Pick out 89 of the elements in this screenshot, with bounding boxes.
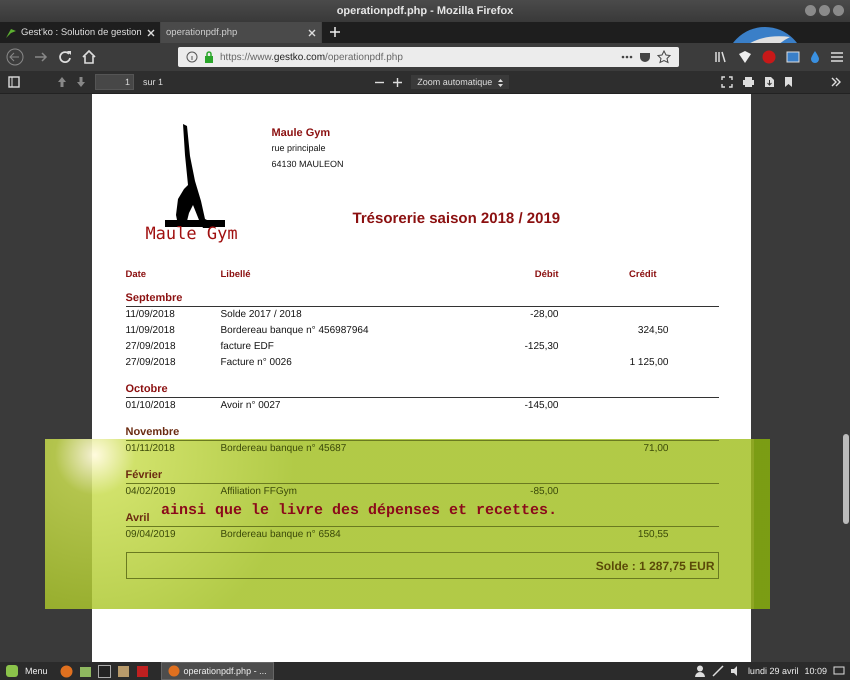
caption-text: ainsi que le livre des dépenses et recettes. (161, 503, 558, 518)
label-cell-text: Bordereau banque n° 456987964 (220, 324, 370, 338)
credit-cell: 150,55 (638, 529, 668, 540)
folder-icon[interactable] (78, 664, 92, 678)
debit-cell: -28,00 (530, 309, 558, 320)
month-heading: Février (126, 469, 164, 481)
debit-cell: -125,30 (524, 341, 558, 352)
date-cell-text: 04/02/2019 (126, 485, 177, 499)
sidebar-icon[interactable] (8, 76, 20, 88)
back-icon[interactable] (6, 48, 24, 66)
column-header: Crédit (628, 269, 658, 280)
label-cell-text: Bordereau banque n° 6584 (220, 528, 342, 542)
pocket-icon[interactable] (639, 51, 651, 63)
column-header: Date (126, 269, 148, 280)
balance-total: Solde : 1 287,75 EUR (596, 558, 714, 572)
user-icon[interactable] (694, 665, 706, 677)
column-header: Débit (534, 269, 558, 280)
label-cell-text: facture EDF (220, 340, 275, 354)
label-cell-text: Affiliation FFGym (220, 485, 298, 499)
date-cell-text: 01/11/2018 (126, 442, 176, 456)
mint-logo-icon[interactable] (5, 664, 19, 678)
taskbar-window-button[interactable]: operationpdf.php - ... (160, 662, 274, 680)
more-icon[interactable] (621, 55, 633, 59)
credit-cell: 71,00 (643, 443, 668, 454)
page-number-field[interactable]: 1 (95, 74, 134, 90)
info-icon (186, 51, 198, 63)
chevron-icon[interactable] (830, 76, 842, 88)
shield-icon[interactable] (738, 50, 752, 64)
url-text: https://www.gestko.com/operationpdf.php (220, 52, 404, 62)
browser-icon (168, 665, 180, 677)
street-address: rue principale (272, 143, 327, 153)
clock-text: 10:09 (804, 666, 827, 676)
minimize-icon[interactable] (805, 5, 816, 16)
home-icon[interactable] (82, 50, 96, 64)
display-icon[interactable] (833, 665, 845, 677)
column-header: Libellé (220, 269, 252, 280)
fullscreen-icon[interactable] (721, 76, 733, 88)
close-icon[interactable] (308, 28, 316, 36)
close-icon[interactable] (147, 28, 155, 36)
credit-cell: 1 125,00 (630, 357, 668, 368)
screen-icon[interactable] (786, 50, 800, 64)
new-tab-icon[interactable] (330, 27, 340, 37)
date-text: lundi 29 avril (748, 666, 798, 676)
logo-text: Maule Gym (145, 224, 238, 244)
scrollbar[interactable] (843, 434, 849, 524)
maximize-icon[interactable] (819, 5, 830, 16)
editor-icon[interactable] (116, 664, 130, 678)
down-arrow-icon[interactable] (76, 76, 86, 88)
credit-cell: 324,50 (638, 325, 668, 336)
date-cell-text: 11/09/2018 (126, 308, 176, 322)
reload-icon[interactable] (58, 50, 72, 64)
date-cell-text: 09/04/2019 (126, 528, 177, 542)
browser-tab[interactable]: operationpdf.php (161, 22, 322, 43)
date-cell-text: 27/09/2018 (126, 340, 177, 354)
company-name: Maule Gym (272, 127, 332, 139)
month-heading: Septembre (126, 292, 184, 304)
month-heading: Octobre (126, 383, 169, 395)
lock-icon (204, 51, 214, 63)
drop-icon[interactable] (810, 50, 820, 64)
page-count: sur 1 (143, 77, 164, 87)
download-icon[interactable] (764, 76, 775, 88)
library-icon[interactable] (714, 50, 728, 64)
leaf-icon (5, 26, 17, 38)
terminal-icon[interactable] (98, 664, 111, 678)
document-title: Trésorerie saison 2018 / 2019 (352, 210, 560, 227)
browser-icon[interactable] (60, 664, 73, 678)
label-cell-text: Avoir n° 0027 (220, 399, 282, 413)
up-arrow-icon[interactable] (57, 76, 67, 88)
city-address: 64130 MAULEON (272, 159, 344, 169)
caret-icon (498, 78, 503, 87)
date-cell-text: 27/09/2018 (126, 356, 177, 370)
debit-cell: -85,00 (530, 486, 558, 497)
star-icon[interactable] (657, 50, 671, 64)
window-title: operationpdf.php - Mozilla Firefox (336, 5, 514, 17)
address-field[interactable]: https://www.gestko.com/operationpdf.php (178, 47, 679, 67)
menu-button[interactable]: Menu (25, 666, 48, 676)
month-heading: Novembre (126, 426, 180, 438)
bookmark-icon[interactable] (784, 76, 793, 88)
label-cell-text: Solde 2017 / 2018 (220, 308, 303, 322)
month-heading: Avril (126, 512, 151, 524)
date-cell-text: 01/10/2018 (126, 399, 177, 413)
forward-icon[interactable] (34, 50, 48, 64)
date-cell-text: 11/09/2018 (126, 324, 176, 338)
zoom-in-icon[interactable] (393, 78, 402, 86)
label-cell-text: Bordereau banque n° 45687 (220, 442, 348, 456)
zoom-select[interactable]: Zoom automatique (411, 75, 509, 89)
debit-cell: -145,00 (524, 400, 558, 411)
label-cell-text: Facture n° 0026 (220, 356, 293, 370)
menu-icon[interactable] (830, 50, 844, 64)
